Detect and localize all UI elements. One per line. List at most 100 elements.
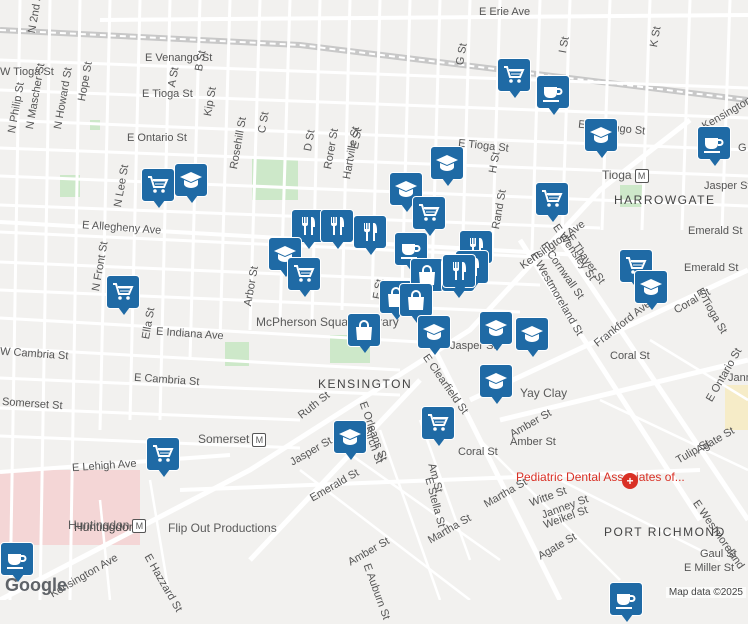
school-cap-icon <box>479 311 513 345</box>
marker-pointer <box>118 307 130 315</box>
map-marker-grocery-cart[interactable] <box>421 406 457 448</box>
map-marker-school-cap[interactable] <box>479 364 515 406</box>
street-label: Coral St <box>458 446 498 458</box>
map-marker-grocery-cart[interactable] <box>106 275 142 317</box>
map-attribution[interactable]: Map data ©2025 <box>665 587 746 598</box>
marker-pointer <box>454 286 466 294</box>
school-cap-icon <box>515 317 549 351</box>
map-marker-school-cap[interactable] <box>634 270 670 312</box>
street-label: E Ontario St <box>127 132 187 144</box>
street-label: Amber St <box>510 436 556 448</box>
map-marker-restaurant[interactable] <box>320 209 356 251</box>
map-marker-school-cap[interactable] <box>333 420 369 462</box>
map-marker-school-cap[interactable] <box>479 311 515 353</box>
map-marker-grocery-cart[interactable] <box>141 168 177 210</box>
map-marker-school-cap[interactable] <box>174 163 210 205</box>
area-label-harrowgate: HARROWGATE <box>614 193 716 207</box>
cafe-cup-icon <box>0 542 34 576</box>
cafe-cup-icon <box>697 126 731 160</box>
place-label-flipout[interactable]: Flip Out Productions <box>168 521 277 535</box>
google-logo: Google <box>5 575 67 595</box>
place-label-yayclay[interactable]: Yay Clay <box>520 386 567 400</box>
map-marker-cafe-cup[interactable] <box>697 126 733 168</box>
street-label: Janne <box>728 372 748 384</box>
marker-pointer <box>153 200 165 208</box>
restaurant-icon <box>320 209 354 243</box>
map-marker-shopping-bag[interactable] <box>347 313 383 355</box>
map-marker-restaurant[interactable] <box>442 254 478 296</box>
marker-pointer <box>621 614 633 622</box>
street-label: Gaul St <box>700 548 737 560</box>
place-label-tioga[interactable]: Tioga M <box>602 168 649 183</box>
marker-pointer <box>527 349 539 357</box>
street-label: Jasper St <box>704 180 748 192</box>
school-cap-icon <box>430 146 464 180</box>
marker-pointer <box>429 347 441 355</box>
restaurant-icon <box>442 254 476 288</box>
place-label-dental[interactable]: Pediatric Dental Associates of... <box>516 470 685 484</box>
marker-pointer <box>303 241 315 249</box>
cafe-cup-icon <box>536 75 570 109</box>
hospital-pin-icon[interactable]: + <box>622 473 638 489</box>
marker-pointer <box>359 345 371 353</box>
marker-pointer <box>509 90 521 98</box>
map-marker-cafe-cup[interactable] <box>536 75 572 117</box>
map-marker-grocery-cart[interactable] <box>287 257 323 299</box>
map-marker-grocery-cart[interactable] <box>146 437 182 479</box>
marker-pointer <box>646 302 658 310</box>
shopping-bag-icon <box>347 313 381 347</box>
street-label: Emerald St <box>688 225 743 237</box>
map-marker-school-cap[interactable] <box>417 315 453 357</box>
map-marker-grocery-cart[interactable] <box>497 58 533 100</box>
somerset-text: Somerset <box>198 432 250 446</box>
map-marker-restaurant[interactable] <box>353 215 389 257</box>
school-cap-icon <box>479 364 513 398</box>
grocery-cart-icon <box>146 437 180 471</box>
shopping-bag-icon <box>399 283 433 317</box>
grocery-cart-icon <box>106 275 140 309</box>
school-cap-icon <box>333 420 367 454</box>
map-marker-school-cap[interactable] <box>584 118 620 160</box>
street-label: Coral St <box>610 350 650 362</box>
place-label-somerset[interactable]: Somerset M <box>198 432 267 447</box>
school-cap-icon <box>417 315 451 349</box>
area-label-kensington: KENSINGTON <box>318 377 413 391</box>
marker-pointer <box>547 214 559 222</box>
street-label: G <box>738 142 747 154</box>
school-cap-icon <box>174 163 208 197</box>
huntingdon-text: Huntingdon <box>68 518 130 532</box>
area-label-port-richmond: PORT RICHMOND <box>604 525 726 539</box>
metro-icon: M <box>252 432 267 447</box>
grocery-cart-icon <box>412 196 446 230</box>
grocery-cart-icon <box>287 257 321 291</box>
marker-pointer <box>548 107 560 115</box>
map-marker-school-cap[interactable] <box>430 146 466 188</box>
marker-pointer <box>332 241 344 249</box>
place-label-huntingdon[interactable]: Huntingdon M <box>68 518 147 533</box>
street-label: E Miller St <box>684 562 735 574</box>
marker-pointer <box>442 178 454 186</box>
marker-pointer <box>433 438 445 446</box>
marker-pointer <box>158 469 170 477</box>
school-cap-icon <box>584 118 618 152</box>
grocery-cart-icon <box>497 58 531 92</box>
marker-pointer <box>491 396 503 404</box>
school-cap-icon <box>634 270 668 304</box>
street-label: E Erie Ave <box>479 6 531 18</box>
grocery-cart-icon <box>141 168 175 202</box>
map-marker-grocery-cart[interactable] <box>535 182 571 224</box>
street-label: E Tioga St <box>142 88 193 100</box>
tioga-text: Tioga <box>602 168 632 182</box>
marker-pointer <box>365 247 377 255</box>
marker-pointer <box>491 343 503 351</box>
grocery-cart-icon <box>535 182 569 216</box>
marker-pointer <box>186 195 198 203</box>
metro-icon: M <box>132 518 147 533</box>
grocery-cart-icon <box>421 406 455 440</box>
marker-pointer <box>709 158 721 166</box>
marker-pointer <box>345 452 357 460</box>
map-marker-cafe-cup[interactable] <box>609 582 645 624</box>
map-marker-school-cap[interactable] <box>515 317 551 359</box>
restaurant-icon <box>353 215 387 249</box>
street-label: Emerald St <box>684 262 739 274</box>
